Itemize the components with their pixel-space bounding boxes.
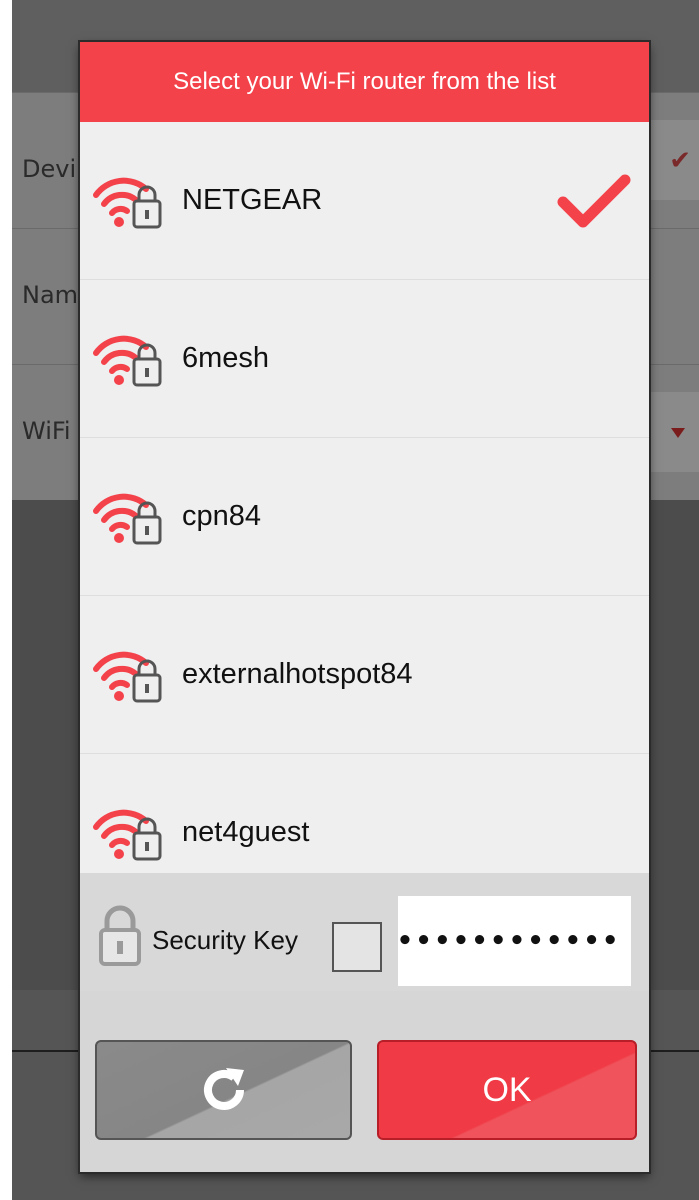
wifi-network-list[interactable]: NETGEAR 6mesh cpn84 externalhotspot84 ne… <box>80 122 649 873</box>
wifi-locked-icon <box>93 493 162 544</box>
security-key-input[interactable]: •••••••••••• <box>397 896 631 986</box>
wifi-network-item[interactable]: net4guest <box>80 754 649 873</box>
screen-edge <box>0 0 12 1200</box>
wifi-network-name: 6mesh <box>182 342 270 374</box>
wifi-network-name: net4guest <box>182 816 310 848</box>
wifi-network-item[interactable]: cpn84 <box>80 438 649 596</box>
ok-button[interactable]: OK <box>377 1040 637 1140</box>
background-row-label: Devi <box>22 155 77 183</box>
refresh-button[interactable] <box>95 1040 352 1140</box>
wifi-network-item[interactable]: 6mesh <box>80 280 649 438</box>
background-check-icon: ✔ <box>669 146 691 176</box>
wifi-network-item[interactable]: externalhotspot84 <box>80 596 649 754</box>
security-key-row: Security Key •••••••••••• <box>80 873 649 991</box>
lock-icon <box>99 905 141 966</box>
wifi-select-dialog: Select your Wi-Fi router from the list N… <box>80 42 649 1172</box>
wifi-network-name: externalhotspot84 <box>182 658 413 690</box>
wifi-locked-icon <box>93 651 162 702</box>
background-row-label: WiFi <box>22 417 71 445</box>
wifi-network-item[interactable]: NETGEAR <box>80 122 649 280</box>
wifi-locked-icon <box>93 335 162 386</box>
security-key-label: Security Key <box>152 925 298 955</box>
show-password-checkbox[interactable] <box>332 922 382 972</box>
wifi-locked-icon <box>93 809 162 860</box>
wifi-network-name: cpn84 <box>182 500 262 532</box>
background-row-label: Nam <box>22 281 79 309</box>
wifi-locked-icon <box>93 177 162 228</box>
selected-check-icon <box>557 174 631 227</box>
wifi-network-name: NETGEAR <box>182 184 323 216</box>
background-dropdown-icon <box>671 428 685 438</box>
refresh-icon <box>203 1068 244 1110</box>
dialog-title: Select your Wi-Fi router from the list <box>80 42 649 122</box>
